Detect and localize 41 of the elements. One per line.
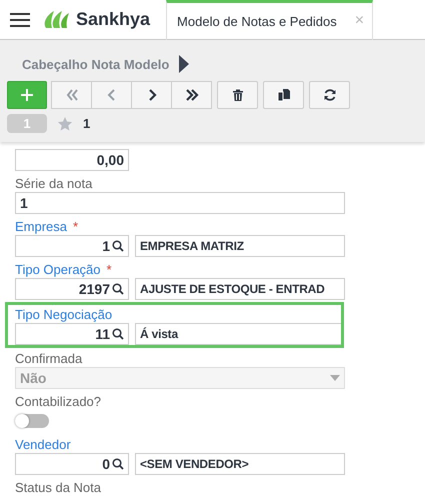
caret-icon [330,375,340,381]
code-field[interactable]: 11 [15,323,129,345]
description-field[interactable]: Á vista [135,323,341,345]
toggle-switch[interactable] [15,414,49,428]
required-mark: * [73,219,78,234]
code-field[interactable]: 1 [15,235,129,257]
field-label: Tipo Negociação [15,307,112,322]
copy-icon [276,87,292,103]
menu-icon[interactable] [10,12,30,28]
brand-name: Sankhya [76,9,150,30]
field-label: Empresa [15,219,68,234]
field-label: Vendedor [15,437,71,452]
refresh-icon [322,87,338,103]
star-icon[interactable] [57,116,73,132]
description-field[interactable]: EMPRESA MATRIZ [135,235,345,257]
last-record-button[interactable] [171,81,212,109]
input-field[interactable]: 1 [15,192,345,214]
double-right-chevron-icon [184,87,200,103]
field-label: Tipo Operação [15,262,101,277]
search-icon[interactable] [112,328,124,340]
code-field[interactable]: 0 [15,453,129,475]
plus-icon [19,87,35,103]
refresh-button[interactable] [309,81,350,109]
favorite-count: 1 [83,116,90,131]
delete-button[interactable] [217,81,258,109]
field-label: Confirmada [15,351,82,366]
description-field[interactable]: AJUSTE DE ESTOQUE - ENTRAD [135,278,345,300]
duplicate-button[interactable] [263,81,304,109]
next-record-button[interactable] [131,81,172,109]
amount-field[interactable]: 0,00 [15,149,129,171]
field-label: Contabilizado? [15,394,102,409]
field-label: Status da Nota [15,480,101,495]
search-icon[interactable] [112,283,124,295]
field-label: Série da nota [15,176,92,191]
add-button[interactable] [7,81,47,109]
right-triangle-icon [179,55,190,73]
search-icon[interactable] [112,458,124,470]
description-field[interactable]: <SEM VENDEDOR> [135,453,345,475]
required-mark: * [106,262,112,277]
code-field[interactable]: 2197 [15,278,129,300]
search-icon[interactable] [112,240,124,252]
